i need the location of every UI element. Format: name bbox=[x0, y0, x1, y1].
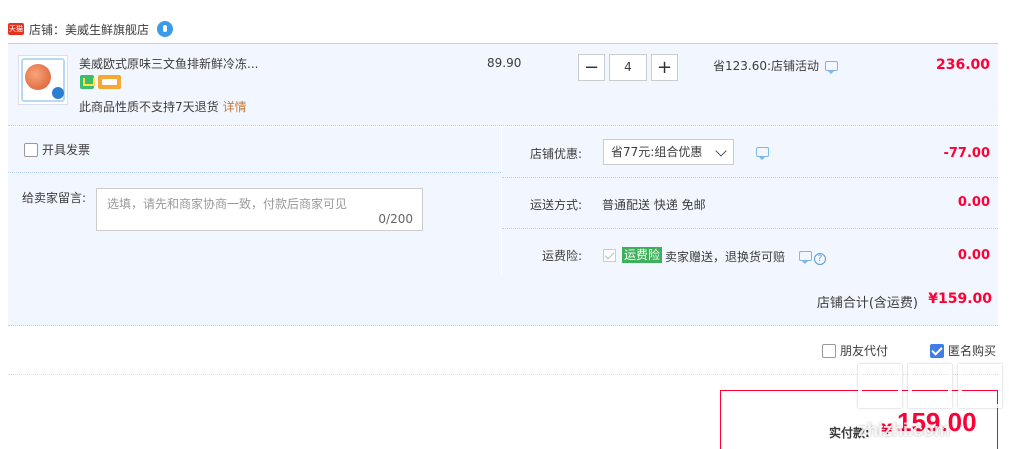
shop-total-row: 店铺合计(含运费) ¥159.00 bbox=[8, 274, 998, 326]
shipping-insurance-row: 运费险: 运费险 卖家赠送，退换货可赔 ? 0.00 bbox=[502, 229, 998, 274]
comment-icon[interactable] bbox=[825, 60, 839, 74]
shop-discount-row: 店铺优惠: 省77元:组合优惠 -77.00 bbox=[502, 127, 998, 178]
salmon-image bbox=[25, 64, 51, 90]
quantity-input[interactable]: 4 bbox=[609, 54, 647, 81]
shop-name[interactable]: 店铺：美威生鲜旗舰店 bbox=[29, 21, 149, 38]
chevron-down-icon bbox=[715, 145, 727, 157]
shipping-method: 普通配送 快递 免邮 bbox=[602, 198, 706, 212]
insurance-label: 运费险: bbox=[541, 249, 582, 263]
service-guarantee-icon[interactable] bbox=[80, 75, 95, 89]
quantity-stepper: − 4 + bbox=[578, 54, 678, 81]
invoice-option[interactable]: 开具发票 bbox=[24, 141, 90, 158]
shipping-fee: 0.00 bbox=[957, 195, 990, 210]
shop-discount-select[interactable]: 省77元:组合优惠 bbox=[603, 139, 734, 165]
product-title[interactable]: 美威欧式原味三文鱼排新鲜冷冻... bbox=[79, 55, 258, 72]
thumbnail-badge bbox=[52, 87, 64, 99]
anonymous-purchase-checkbox[interactable] bbox=[930, 343, 944, 358]
order-fees-panel: 店铺优惠: 省77元:组合优惠 -77.00 运送方式: 普通配送 快递 免邮 … bbox=[502, 127, 998, 274]
order-item-row: 美威欧式原味三文鱼排新鲜冷冻... 此商品性质不支持7天退货 详情 89.90 −… bbox=[8, 43, 998, 126]
char-count: 0/200 bbox=[378, 212, 413, 226]
divider bbox=[8, 374, 998, 375]
insurance-fee: 0.00 bbox=[957, 248, 990, 263]
shop-header: 天猫 店铺：美威生鲜旗舰店 bbox=[8, 19, 174, 39]
payment-summary: 实付款: ¥ 159.00 bbox=[720, 390, 998, 449]
decrease-quantity-button[interactable]: − bbox=[578, 54, 605, 81]
help-icon[interactable]: ? bbox=[813, 253, 826, 265]
promotion-text: 省123.60:店铺活动 bbox=[713, 59, 820, 73]
payment-amount: 159.00 bbox=[897, 407, 977, 437]
payment-currency: ¥ bbox=[881, 420, 893, 439]
detail-link[interactable]: 详情 bbox=[223, 100, 247, 114]
insurance-info: 卖家赠送，退换货可赔 ? bbox=[665, 248, 826, 265]
promotion-info: 省123.60:店铺活动 bbox=[713, 57, 839, 74]
friend-pay-checkbox[interactable] bbox=[822, 343, 836, 358]
insurance-checkbox bbox=[603, 249, 616, 262]
shop-total-label: 店铺合计(含运费) bbox=[816, 296, 918, 311]
shipping-label: 运送方式: bbox=[529, 198, 582, 212]
product-thumbnail[interactable] bbox=[18, 55, 68, 105]
insurance-text: 卖家赠送，退换货可赔 bbox=[665, 250, 786, 264]
comment-icon[interactable] bbox=[756, 147, 769, 160]
anonymous-purchase-option[interactable]: 匿名购买 bbox=[930, 342, 996, 359]
invoice-checkbox[interactable] bbox=[24, 142, 38, 157]
seller-message-placeholder: 选填，请先和商家协商一致，付款后商家可见 bbox=[107, 197, 348, 211]
item-subtotal: 236.00 bbox=[935, 57, 990, 73]
shop-total-value: ¥159.00 bbox=[928, 291, 992, 307]
friend-pay-label: 朋友代付 bbox=[840, 344, 889, 358]
payment-label: 实付款: bbox=[829, 426, 870, 440]
anonymous-purchase-label: 匿名购买 bbox=[948, 344, 997, 358]
unit-price: 89.90 bbox=[487, 56, 522, 70]
tmall-logo-icon: 天猫 bbox=[8, 23, 24, 35]
invoice-label: 开具发票 bbox=[42, 143, 91, 157]
comment-icon[interactable] bbox=[798, 251, 812, 264]
shop-discount-label: 店铺优惠: bbox=[529, 147, 582, 161]
credit-card-icon[interactable] bbox=[98, 75, 121, 89]
divider bbox=[8, 172, 501, 173]
no-return-notice: 此商品性质不支持7天退货 详情 bbox=[79, 98, 247, 115]
seller-message-label: 给卖家留言: bbox=[22, 191, 87, 205]
order-options-panel: 开具发票 给卖家留言: 选填，请先和商家协商一致，付款后商家可见 0/200 bbox=[8, 127, 501, 274]
discount-amount: -77.00 bbox=[943, 146, 990, 161]
seller-message-textarea[interactable]: 选填，请先和商家协商一致，付款后商家可见 0/200 bbox=[96, 188, 423, 231]
shop-discount-selected: 省77元:组合优惠 bbox=[611, 145, 703, 159]
friend-pay-option[interactable]: 朋友代付 bbox=[822, 342, 888, 359]
no-return-text: 此商品性质不支持7天退货 bbox=[79, 100, 219, 114]
shipping-row: 运送方式: 普通配送 快递 免邮 0.00 bbox=[502, 178, 998, 229]
insurance-badge: 运费险 bbox=[622, 247, 663, 263]
increase-quantity-button[interactable]: + bbox=[651, 54, 678, 81]
wangwang-chat-icon[interactable] bbox=[157, 21, 174, 37]
